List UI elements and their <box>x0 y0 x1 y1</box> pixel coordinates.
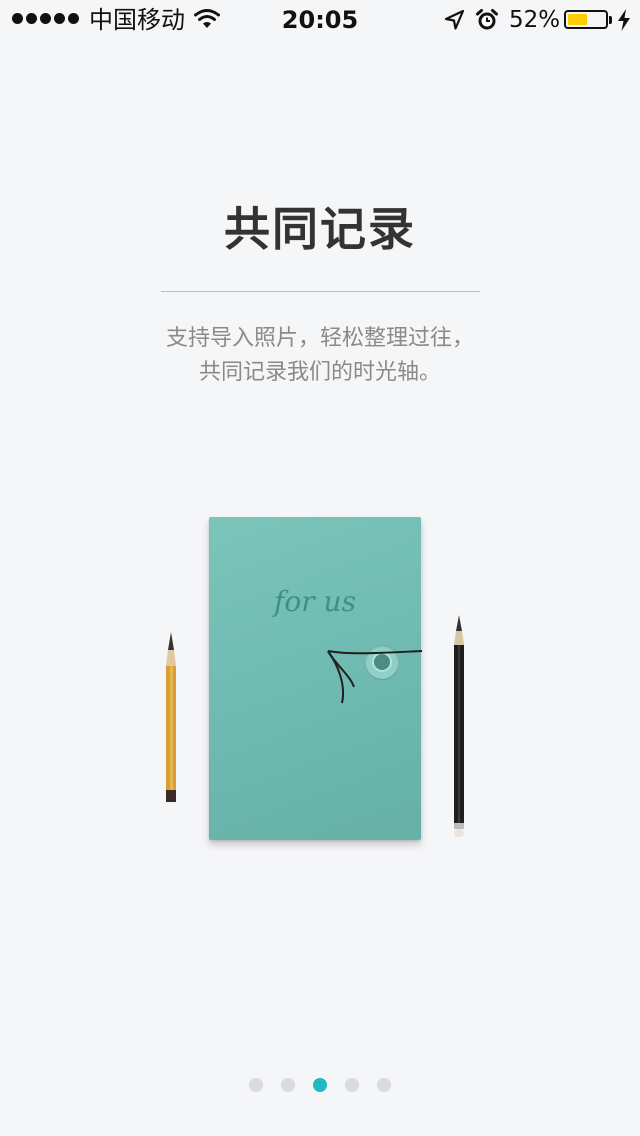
page-indicator[interactable] <box>0 1078 640 1092</box>
alarm-icon <box>475 8 499 36</box>
location-icon <box>443 9 465 35</box>
notebook-illustration: for us <box>150 505 490 850</box>
battery-tip <box>609 16 612 24</box>
subtitle-line-1: 支持导入照片，轻松整理过往， <box>165 326 474 351</box>
page-dot-1[interactable] <box>249 1078 263 1092</box>
subtitle: 支持导入照片，轻松整理过往， 共同记录我们的时光轴。 <box>0 322 640 390</box>
black-pencil-image <box>452 615 466 841</box>
title-divider <box>161 291 480 292</box>
status-bar: 中国移动 20:05 52% <box>0 0 640 40</box>
subtitle-line-2: 共同记录我们的时光轴。 <box>198 360 441 385</box>
battery-level <box>568 14 587 25</box>
wooden-pencil-image <box>164 632 178 808</box>
carrier-name: 中国移动 <box>89 6 185 34</box>
page-dot-3[interactable] <box>313 1078 327 1092</box>
page-title: 共同记录 <box>224 202 416 256</box>
signal-strength-icon <box>12 13 79 24</box>
page-dot-5[interactable] <box>377 1078 391 1092</box>
clasp-string <box>320 645 430 719</box>
charging-icon <box>618 9 630 35</box>
wifi-icon <box>193 8 221 34</box>
page-dot-2[interactable] <box>281 1078 295 1092</box>
battery-percent: 52% <box>509 7 561 33</box>
battery-icon <box>564 10 608 29</box>
page-dot-4[interactable] <box>345 1078 359 1092</box>
notebook-label: for us <box>274 585 356 618</box>
